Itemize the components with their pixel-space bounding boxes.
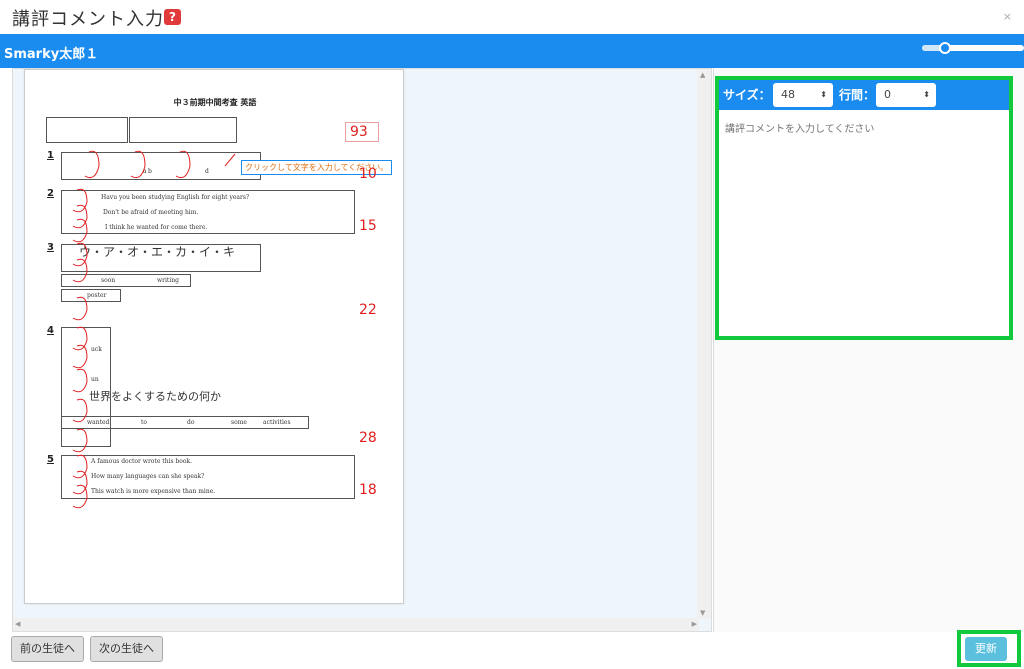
answer-sheet[interactable]: 中３前期中間考査 英語 93 1 a b d クリックして文字を入力してください…: [24, 69, 404, 604]
window-titlebar: 講評コメント入力 ? ×: [0, 0, 1024, 34]
scroll-right-icon[interactable]: ▶: [692, 620, 697, 628]
zoom-slider-knob[interactable]: [939, 42, 951, 54]
size-select-caret-icon: ⬍: [820, 90, 827, 99]
size-label: サイズ：: [723, 88, 771, 102]
next-student-button[interactable]: 次の生徒へ: [90, 636, 163, 662]
help-icon[interactable]: ?: [164, 9, 181, 25]
vertical-scrollbar[interactable]: ▲ ▼: [697, 69, 711, 619]
line-spacing-value: 0: [884, 88, 891, 101]
scroll-left-icon[interactable]: ◀: [15, 620, 20, 628]
comment-textarea[interactable]: [719, 110, 1009, 336]
red-check-marks: [72, 150, 236, 509]
line-spacing-caret-icon: ⬍: [923, 90, 930, 99]
horizontal-scrollbar[interactable]: ◀ ▶: [13, 618, 699, 631]
editor-toolbar: サイズ： 48 ⬍ 行間： 0 ⬍: [719, 80, 1009, 110]
close-icon[interactable]: ×: [1003, 10, 1012, 23]
scroll-down-icon[interactable]: ▼: [700, 609, 705, 617]
prev-student-button[interactable]: 前の生徒へ: [11, 636, 84, 662]
student-header: Smarky太郎１: [0, 34, 1024, 68]
line-spacing-label: 行間：: [839, 88, 876, 102]
zoom-slider[interactable]: [922, 42, 1024, 54]
size-value: 48: [781, 88, 795, 101]
answer-sheet-viewer[interactable]: 中３前期中間考査 英語 93 1 a b d クリックして文字を入力してください…: [12, 68, 712, 632]
scroll-up-icon[interactable]: ▲: [700, 71, 705, 79]
update-button-highlight: 更新: [957, 630, 1021, 667]
student-name: Smarky太郎１: [4, 47, 99, 62]
comment-editor: サイズ： 48 ⬍ 行間： 0 ⬍: [715, 76, 1013, 340]
update-button[interactable]: 更新: [965, 637, 1007, 661]
size-select[interactable]: 48 ⬍: [773, 83, 833, 107]
window-title: 講評コメント入力: [12, 9, 164, 30]
line-spacing-select[interactable]: 0 ⬍: [876, 83, 936, 107]
